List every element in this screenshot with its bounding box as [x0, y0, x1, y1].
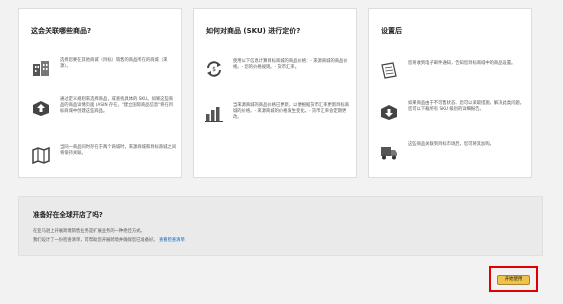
svg-text:$: $ — [212, 66, 216, 73]
global-selling-banner: 准备好在全球开店了吗? 在亚马逊上开展跨境销售业务是扩展业务的一种绝佳方式。 我… — [18, 196, 543, 256]
banner-checklist-text: 我们设计了一份检查清单，可帮助您开展跨境并确保您已准备好。 — [33, 238, 158, 243]
card-title: 设置后 — [381, 27, 402, 35]
card-item: $ 使用以下信息计算目标商城的商品价格：- 来源商城的商品价格。- 您的价格规则… — [204, 59, 352, 79]
document-edit-icon — [379, 61, 399, 81]
map-icon — [31, 145, 51, 165]
card-item: 如果商品由于不可售状态、您可以采取措施，解决此类问题。您可以下载所有 SKU 级… — [379, 101, 527, 121]
card-item-text: 使用以下信息计算目标商城的商品价格：- 来源商城的商品价格。- 您的价格规则。-… — [233, 59, 348, 70]
banner-title: 准备好在全球开店了吗? — [33, 211, 103, 219]
card-item-text: 如果商品由于不可售状态、您可以采取措施，解决此类问题。您可以下载所有 SKU 级… — [408, 101, 525, 112]
card-item: 您将收到电子邮件通知，告知您目标商城中的商品设置。 — [379, 61, 527, 81]
info-card-pricing: 如何对商品 (SKU) 进行定价? $ 使用以下信息计算目标商城的商品价格：- … — [193, 8, 357, 178]
bar-chart-icon — [204, 103, 224, 123]
card-item-text: 选择您要在其他商城（目标）销售的商品所在的商城（来源）。 — [60, 58, 168, 69]
card-item: 当同一商品同时存在于两个商城时，来源商城和目标商城之间将保持关联。 — [31, 145, 177, 165]
info-card-related-products: 这会关联哪些商品? 选择您要在其他商城（目标）销售的商品所在的商城（来源）。 通… — [18, 8, 182, 178]
currency-exchange-icon: $ — [204, 59, 224, 79]
card-item-text: 当同一商品同时存在于两个商城时，来源商城和目标商城之间将保持关联。 — [60, 145, 177, 156]
download-box-icon — [379, 101, 399, 121]
banner-checklist-line: 我们设计了一份检查清单，可帮助您开展跨境并确保您已准备好。 查看检查清单 — [33, 237, 185, 243]
card-item-text: 通过定义规则来选择商品，或查找具体的 SKU。如果这些商品的商品详情页面 (AS… — [60, 97, 174, 114]
card-item: 当来源商城的商品价格已更新，以便根据货币汇率更新目标商城的价格。- 来源商城的价… — [204, 103, 352, 123]
checklist-link[interactable]: 查看检查清单 — [159, 238, 185, 243]
info-card-after-setup: 设置后 您将收到电子邮件通知，告知您目标商城中的商品设置。 如果商品由于不可售状… — [368, 8, 532, 178]
card-item: 选择您要在其他商城（目标）销售的商品所在的商城（来源）。 — [31, 58, 177, 78]
banner-description: 在亚马逊上开展跨境销售业务是扩展业务的一种绝佳方式。 — [33, 229, 145, 234]
card-item-text: 这些商品关联到目标市场后，您可将其加购。 — [408, 142, 494, 147]
card-item: 通过定义规则来选择商品，或查找具体的 SKU。如果这些商品的商品详情页面 (AS… — [31, 97, 177, 117]
card-item-text: 您将收到电子邮件通知，告知您目标商城中的商品设置。 — [408, 61, 516, 66]
truck-icon — [379, 142, 399, 162]
card-item: 这些商品关联到目标市场后，您可将其加购。 — [379, 142, 527, 162]
card-title: 如何对商品 (SKU) 进行定价? — [206, 27, 301, 35]
card-item-text: 当来源商城的商品价格已更新，以便根据货币汇率更新目标商城的价格。- 来源商城的价… — [233, 103, 350, 120]
upload-box-icon — [31, 97, 51, 117]
start-button[interactable]: 开始使用 — [497, 275, 530, 285]
buildings-icon — [31, 58, 51, 78]
start-button-highlight: 开始使用 — [489, 266, 538, 292]
card-title: 这会关联哪些商品? — [31, 27, 92, 35]
